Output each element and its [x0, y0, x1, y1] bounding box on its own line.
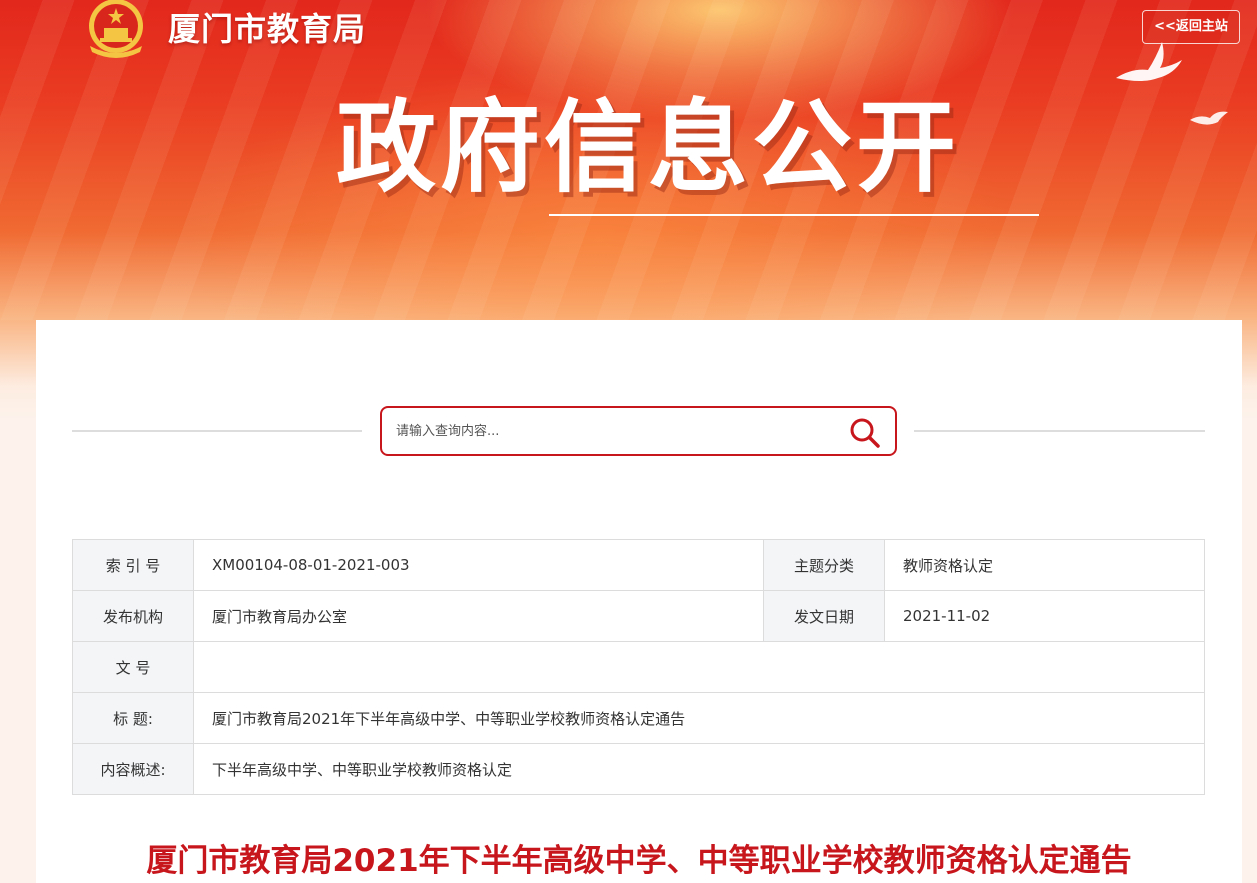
publisher-value: 厦门市教育局办公室 — [193, 590, 764, 642]
content-panel: 索 引 号 XM00104-08-01-2021-003 主题分类 教师资格认定… — [36, 320, 1242, 883]
document-number-value — [193, 641, 1205, 693]
topic-label: 主题分类 — [763, 539, 885, 591]
divider — [72, 430, 362, 432]
summary-value: 下半年高级中学、中等职业学校教师资格认定 — [193, 743, 1205, 795]
topic-value: 教师资格认定 — [884, 539, 1205, 591]
date-label: 发文日期 — [763, 590, 885, 642]
index-number-value: XM00104-08-01-2021-003 — [193, 539, 764, 591]
dove-small-icon — [1190, 111, 1228, 125]
table-row: 标 题: 厦门市教育局2021年下半年高级中学、中等职业学校教师资格认定通告 — [72, 692, 1205, 744]
search-input[interactable] — [396, 418, 826, 444]
title-value: 厦门市教育局2021年下半年高级中学、中等职业学校教师资格认定通告 — [193, 692, 1205, 744]
table-row: 文 号 — [72, 641, 1205, 693]
national-emblem-icon — [89, 0, 143, 58]
site-title: 厦门市教育局 — [168, 10, 367, 48]
title-label: 标 题: — [72, 692, 194, 744]
table-row: 发布机构 厦门市教育局办公室 发文日期 2021-11-02 — [72, 590, 1205, 642]
article-title: 厦门市教育局2021年下半年高级中学、中等职业学校教师资格认定通告 — [146, 843, 1132, 879]
search-icon[interactable] — [848, 416, 882, 450]
date-value: 2021-11-02 — [884, 590, 1205, 642]
summary-label: 内容概述: — [72, 743, 194, 795]
document-number-label: 文 号 — [72, 641, 194, 693]
dove-icon — [1116, 42, 1182, 81]
table-row: 索 引 号 XM00104-08-01-2021-003 主题分类 教师资格认定 — [72, 539, 1205, 591]
search-box — [380, 406, 897, 456]
divider — [914, 430, 1205, 432]
banner-title: 政府信息公开 — [336, 89, 960, 206]
table-row: 内容概述: 下半年高级中学、中等职业学校教师资格认定 — [72, 743, 1205, 795]
banner-title-underline — [549, 214, 1039, 216]
publisher-label: 发布机构 — [72, 590, 194, 642]
index-number-label: 索 引 号 — [72, 539, 194, 591]
document-metadata-table: 索 引 号 XM00104-08-01-2021-003 主题分类 教师资格认定… — [72, 539, 1205, 795]
